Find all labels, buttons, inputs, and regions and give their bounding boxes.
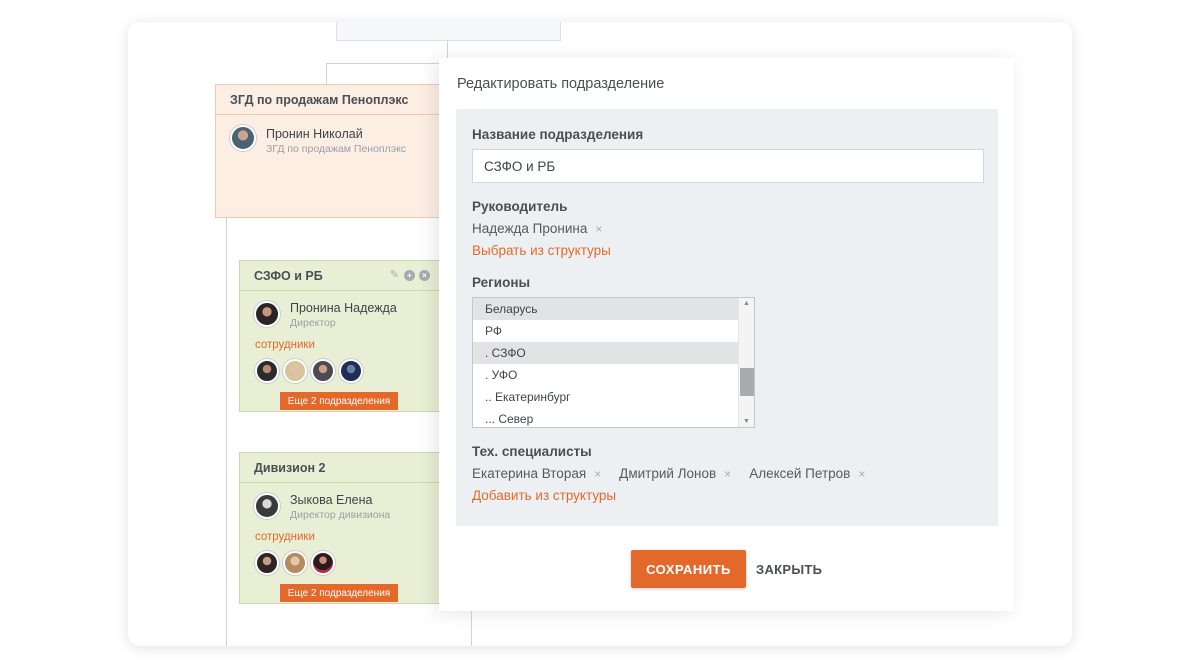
person-role: Директор дивизиона bbox=[290, 509, 391, 521]
region-option[interactable]: Беларусь bbox=[473, 298, 738, 320]
add-from-structure-link[interactable]: Добавить из структуры bbox=[472, 488, 616, 503]
specialist-name: Екатерина Вторая bbox=[472, 466, 587, 481]
remove-head-icon[interactable]: × bbox=[595, 222, 602, 236]
specialist-tag: Екатерина Вторая × bbox=[472, 466, 619, 481]
specialist-tag: Алексей Петров × bbox=[749, 466, 883, 481]
card-header: СЗФО и РБ ✎ + × bbox=[240, 261, 444, 291]
division-name-label: Название подразделения bbox=[472, 127, 644, 142]
save-button[interactable]: СОХРАНИТЬ bbox=[631, 550, 746, 588]
avatar bbox=[254, 493, 280, 519]
org-card-division-1[interactable]: СЗФО и РБ ✎ + × Пронина Надежда Директор… bbox=[239, 260, 445, 412]
card-person: Пронина Надежда Директор bbox=[254, 301, 397, 330]
specialist-tag: Дмитрий Лонов × bbox=[619, 466, 749, 481]
remove-specialist-icon[interactable]: × bbox=[858, 467, 865, 481]
card-title: Дивизион 2 bbox=[240, 453, 444, 483]
org-card-head[interactable]: ЗГД по продажам Пеноплэкс Пронин Николай… bbox=[215, 84, 445, 218]
avatar[interactable] bbox=[283, 359, 307, 383]
avatar[interactable] bbox=[255, 359, 279, 383]
staff-avatars bbox=[255, 359, 363, 383]
person-role: Директор bbox=[290, 317, 336, 329]
card-person: Пронин Николай ЗГД по продажам Пеноплэкс bbox=[230, 125, 406, 156]
remove-specialist-icon[interactable]: × bbox=[724, 467, 731, 481]
select-from-structure-link[interactable]: Выбрать из структуры bbox=[472, 243, 611, 258]
scroll-up-icon[interactable]: ▲ bbox=[743, 300, 750, 307]
division-name-input[interactable] bbox=[472, 149, 984, 183]
avatar bbox=[254, 301, 280, 327]
card-person: Зыкова Елена Директор дивизиона bbox=[254, 493, 390, 522]
card-tools: ✎ + × bbox=[389, 270, 430, 281]
person-role: ЗГД по продажам Пеноплэкс bbox=[266, 143, 407, 155]
region-option[interactable]: ... Север bbox=[473, 408, 738, 427]
connector-line bbox=[226, 218, 227, 646]
person-name: Пронина Надежда bbox=[290, 301, 397, 315]
avatar[interactable] bbox=[283, 551, 307, 575]
head-name: Надежда Пронина bbox=[472, 221, 588, 236]
region-option[interactable]: РФ bbox=[473, 320, 738, 342]
more-subdivisions-button[interactable]: Еще 2 подразделения bbox=[280, 392, 398, 410]
staff-avatars bbox=[255, 551, 335, 575]
edit-division-modal: Редактировать подразделение Название под… bbox=[439, 58, 1014, 611]
avatar[interactable] bbox=[311, 359, 335, 383]
listbox-scrollbar[interactable]: ▲ ▼ bbox=[738, 298, 754, 427]
edit-icon[interactable]: ✎ bbox=[389, 270, 400, 281]
tech-specialists-tags: Екатерина Вторая × Дмитрий Лонов × Алекс… bbox=[472, 466, 883, 481]
card-title: ЗГД по продажам Пеноплэкс bbox=[216, 85, 444, 115]
specialist-name: Дмитрий Лонов bbox=[619, 466, 717, 481]
card-title: СЗФО и РБ bbox=[254, 268, 323, 283]
scroll-down-icon[interactable]: ▼ bbox=[743, 418, 750, 425]
region-option[interactable]: .. Екатеринбург bbox=[473, 386, 738, 408]
region-option[interactable]: . СЗФО bbox=[473, 342, 738, 364]
avatar[interactable] bbox=[255, 551, 279, 575]
scrollbar-thumb[interactable] bbox=[740, 368, 754, 396]
regions-label: Регионы bbox=[472, 275, 531, 290]
connector-line bbox=[326, 63, 448, 64]
head-tag: Надежда Пронина × bbox=[472, 221, 620, 236]
regions-listbox[interactable]: Беларусь РФ . СЗФО . УФО .. Екатеринбург… bbox=[472, 297, 755, 428]
avatar[interactable] bbox=[311, 551, 335, 575]
connector-line bbox=[326, 63, 327, 85]
staff-link[interactable]: сотрудники bbox=[255, 531, 315, 543]
modal-title: Редактировать подразделение bbox=[457, 76, 665, 92]
form-panel: Название подразделения Руководитель Наде… bbox=[456, 109, 998, 526]
staff-link[interactable]: сотрудники bbox=[255, 339, 315, 351]
org-card-division-2[interactable]: Дивизион 2 Зыкова Елена Директор дивизио… bbox=[239, 452, 445, 604]
region-option[interactable]: . УФО bbox=[473, 364, 738, 386]
specialist-name: Алексей Петров bbox=[749, 466, 851, 481]
avatar bbox=[230, 125, 256, 151]
avatar[interactable] bbox=[339, 359, 363, 383]
remove-icon[interactable]: × bbox=[419, 270, 430, 281]
tech-specialists-label: Тех. специалисты bbox=[472, 444, 592, 459]
person-name: Пронин Николай bbox=[266, 127, 363, 141]
close-button[interactable]: ЗАКРЫТЬ bbox=[756, 550, 822, 588]
add-icon[interactable]: + bbox=[404, 270, 415, 281]
parent-card-stub bbox=[336, 22, 561, 41]
head-label: Руководитель bbox=[472, 199, 568, 214]
more-subdivisions-button[interactable]: Еще 2 подразделения bbox=[280, 584, 398, 602]
remove-specialist-icon[interactable]: × bbox=[594, 467, 601, 481]
person-name: Зыкова Елена bbox=[290, 493, 373, 507]
head-tags: Надежда Пронина × bbox=[472, 221, 620, 236]
